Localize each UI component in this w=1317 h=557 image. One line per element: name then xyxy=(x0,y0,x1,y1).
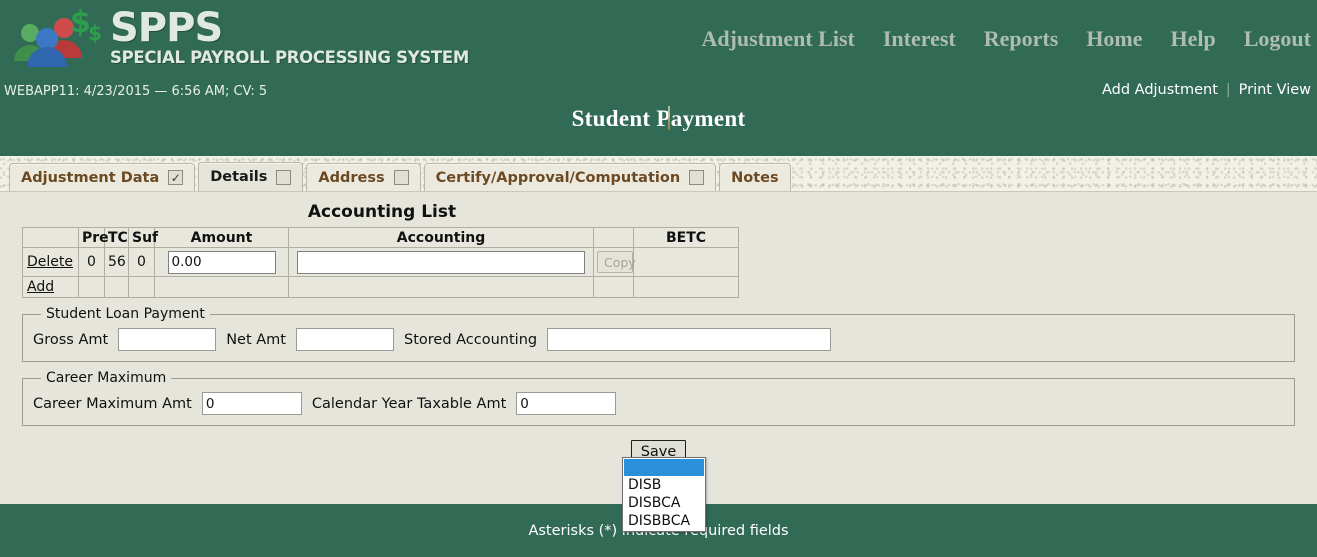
accounting-list-title: Accounting List xyxy=(307,202,457,222)
career-maximum-section: Career Maximum Career Maximum Amt Calend… xyxy=(22,370,1295,426)
tab-check-icon[interactable] xyxy=(393,170,409,185)
cell-accounting xyxy=(288,247,594,277)
page-title: Student Payment xyxy=(571,106,746,131)
net-amt-input[interactable] xyxy=(296,328,394,351)
nav-logout[interactable]: Logout xyxy=(1244,26,1311,52)
career-maximum-amt-label: Career Maximum Amt xyxy=(33,395,192,412)
amount-input[interactable] xyxy=(167,250,276,274)
student-loan-payment-row: Gross Amt Net Amt Stored Accounting xyxy=(33,328,1284,351)
calendar-year-taxable-amt-input[interactable] xyxy=(516,392,617,415)
cell-amount xyxy=(154,247,289,277)
add-adjustment-link[interactable]: Add Adjustment xyxy=(1102,82,1218,98)
print-view-link[interactable]: Print View xyxy=(1239,82,1311,98)
nav-reports[interactable]: Reports xyxy=(984,26,1059,52)
environment-info: WEBAPP11: 4/23/2015 — 6:56 AM; CV: 5 xyxy=(4,84,268,99)
betc-option-blank[interactable] xyxy=(624,459,704,476)
text-cursor-artifact xyxy=(668,106,670,130)
col-pre: Pre xyxy=(78,227,109,248)
betc-option-disb[interactable]: DISB xyxy=(624,476,704,494)
student-loan-payment-section: Student Loan Payment Gross Amt Net Amt S… xyxy=(22,306,1295,362)
career-maximum-row: Career Maximum Amt Calendar Year Taxable… xyxy=(33,392,1284,415)
cell-amount-empty xyxy=(154,276,289,298)
tab-address[interactable]: Address xyxy=(306,163,421,191)
net-amt-label: Net Amt xyxy=(226,331,286,348)
col-suf: Suf xyxy=(128,227,158,248)
nav-home[interactable]: Home xyxy=(1086,26,1142,52)
tab-notes[interactable]: Notes xyxy=(719,163,791,191)
brand-text: SPPS SPECIAL PAYROLL PROCESSING SYSTEM xyxy=(110,6,469,68)
cell-suf-empty xyxy=(128,276,155,298)
tab-strip: Adjustment Data ✓ Details Address Certif… xyxy=(0,156,1317,192)
tab-details[interactable]: Details xyxy=(198,162,304,191)
secondary-navigation: Add Adjustment | Print View xyxy=(1102,82,1311,98)
cell-suf: 0 xyxy=(128,247,155,277)
stored-accounting-label: Stored Accounting xyxy=(404,331,538,348)
spps-logo-icon: $ $ xyxy=(8,5,104,68)
cell-add-action: Add xyxy=(22,276,79,298)
nav-interest[interactable]: Interest xyxy=(883,26,956,52)
table-add-row: Add xyxy=(22,276,739,298)
col-tc: TC xyxy=(104,227,129,248)
accounting-input[interactable] xyxy=(297,250,585,274)
tab-certify-approval-computation[interactable]: Certify/Approval/Computation xyxy=(423,163,717,191)
tab-check-icon[interactable] xyxy=(689,170,705,185)
tab-label: Notes xyxy=(731,169,779,186)
tab-check-icon[interactable]: ✓ xyxy=(168,170,184,185)
add-link[interactable]: Add xyxy=(27,279,54,295)
tab-list: Adjustment Data ✓ Details Address Certif… xyxy=(9,162,794,191)
site-header: $ $ SPPS SPECIAL PAYROLL PROCESSING SYST… xyxy=(0,0,1317,173)
cell-action: Delete xyxy=(22,247,79,277)
accounting-list-table: Pre TC Suf Amount Accounting BETC Delete… xyxy=(22,227,739,298)
tab-label: Details xyxy=(210,169,268,185)
brand-subtitle: SPECIAL PAYROLL PROCESSING SYSTEM xyxy=(110,48,469,67)
betc-option-disbbca[interactable]: DISBBCA xyxy=(624,512,704,530)
cell-copy: Copy xyxy=(593,247,636,277)
stored-accounting-input[interactable] xyxy=(547,328,832,351)
subnav-separator: | xyxy=(1225,82,1231,98)
col-accounting: Accounting xyxy=(288,227,594,248)
career-maximum-amt-input[interactable] xyxy=(201,392,302,415)
cell-accounting-empty xyxy=(288,276,594,298)
col-action xyxy=(22,227,79,248)
col-betc: BETC xyxy=(633,227,739,248)
cell-betc-empty xyxy=(633,276,739,298)
tab-label: Adjustment Data xyxy=(21,169,160,186)
cell-pre-empty xyxy=(78,276,105,298)
student-loan-payment-legend: Student Loan Payment xyxy=(46,306,205,322)
betc-option-disbca[interactable]: DISBCA xyxy=(624,494,704,512)
gross-amt-label: Gross Amt xyxy=(33,331,109,348)
betc-dropdown[interactable]: DISB DISBCA DISBBCA xyxy=(622,457,706,532)
copy-button[interactable]: Copy xyxy=(597,251,636,273)
betc-dropdown-list[interactable]: DISB DISBCA DISBBCA xyxy=(622,457,706,532)
nav-adjustment-list[interactable]: Adjustment List xyxy=(701,26,854,52)
tab-label: Address xyxy=(318,169,385,186)
delete-link[interactable]: Delete xyxy=(27,254,73,270)
col-copy xyxy=(593,227,634,248)
tab-adjustment-data[interactable]: Adjustment Data ✓ xyxy=(9,163,196,191)
brand-title: SPPS xyxy=(110,5,223,51)
cell-betc xyxy=(633,247,739,277)
cell-tc: 56 xyxy=(104,247,129,277)
calendar-year-taxable-amt-label: Calendar Year Taxable Amt xyxy=(311,395,507,412)
main-navigation: Adjustment List Interest Reports Home He… xyxy=(701,26,1311,52)
svg-text:$: $ xyxy=(88,21,102,45)
main-content: Accounting List Pre TC Suf Amount Accoun… xyxy=(0,192,1317,540)
tab-check-icon[interactable] xyxy=(276,169,292,185)
table-header-row: Pre TC Suf Amount Accounting BETC xyxy=(22,227,739,248)
col-amount: Amount xyxy=(154,227,289,248)
tab-label: Certify/Approval/Computation xyxy=(435,169,681,186)
cell-pre: 0 xyxy=(78,247,105,277)
logo: $ $ SPPS SPECIAL PAYROLL PROCESSING SYST… xyxy=(8,5,469,68)
gross-amt-input[interactable] xyxy=(118,328,217,351)
table-row: Delete 0 56 0 Copy xyxy=(22,247,739,277)
cell-copy-empty xyxy=(593,276,634,298)
cell-tc-empty xyxy=(104,276,129,298)
career-maximum-legend: Career Maximum xyxy=(46,370,167,386)
nav-help[interactable]: Help xyxy=(1171,26,1216,52)
